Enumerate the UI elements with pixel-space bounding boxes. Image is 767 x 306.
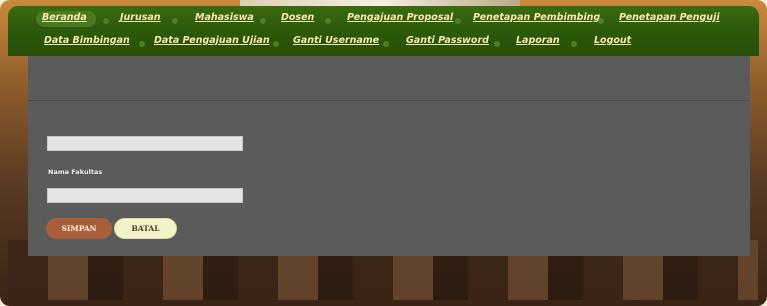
nav-link-pengajuan-proposal[interactable]: Pengajuan Proposal <box>347 12 453 23</box>
nav-separator <box>103 18 109 24</box>
nav-separator <box>139 41 145 47</box>
nav-link-ganti-password[interactable]: Ganti Password <box>406 35 489 46</box>
nav-link-data-bimbingan[interactable]: Data Bimbingan <box>44 35 130 46</box>
nav-link-data-pengajuan-ujian[interactable]: Data Pengajuan Ujian <box>154 35 270 46</box>
nav-separator <box>494 41 500 47</box>
nav-link-mahasiswa[interactable]: Mahasiswa <box>195 12 254 23</box>
nav-link-penetapan-pembimbing[interactable]: Penetapan Pembimbing <box>473 12 600 23</box>
save-button[interactable]: SIMPAN <box>46 218 112 239</box>
nav-separator <box>273 41 279 47</box>
nav-separator <box>383 41 389 47</box>
nav-separator <box>260 18 266 24</box>
panel-divider <box>28 100 750 101</box>
nama-fakultas-label: Nama Fakultas <box>48 168 103 176</box>
nav-separator <box>455 18 461 24</box>
nav-link-beranda[interactable]: Beranda <box>42 12 87 23</box>
nav-link-laporan[interactable]: Laporan <box>516 35 560 46</box>
nav-separator <box>598 18 604 24</box>
nav-link-logout[interactable]: Logout <box>594 35 631 46</box>
cancel-button[interactable]: BATAL <box>114 218 177 239</box>
nav-link-ganti-username[interactable]: Ganti Username <box>293 35 379 46</box>
main-navigation: Beranda Jurusan Mahasiswa Dosen Pengajua… <box>8 6 759 56</box>
nav-link-dosen[interactable]: Dosen <box>281 12 314 23</box>
form-panel: Nama Fakultas SIMPAN BATAL <box>28 56 750 256</box>
text-field-1[interactable] <box>47 136 243 151</box>
nav-link-jurusan[interactable]: Jurusan <box>120 12 161 23</box>
nav-link-penetapan-penguji[interactable]: Penetapan Penguji <box>619 12 720 23</box>
nav-separator <box>571 41 577 47</box>
nama-fakultas-input[interactable] <box>47 188 243 203</box>
nav-separator <box>325 18 331 24</box>
nav-separator <box>172 18 178 24</box>
